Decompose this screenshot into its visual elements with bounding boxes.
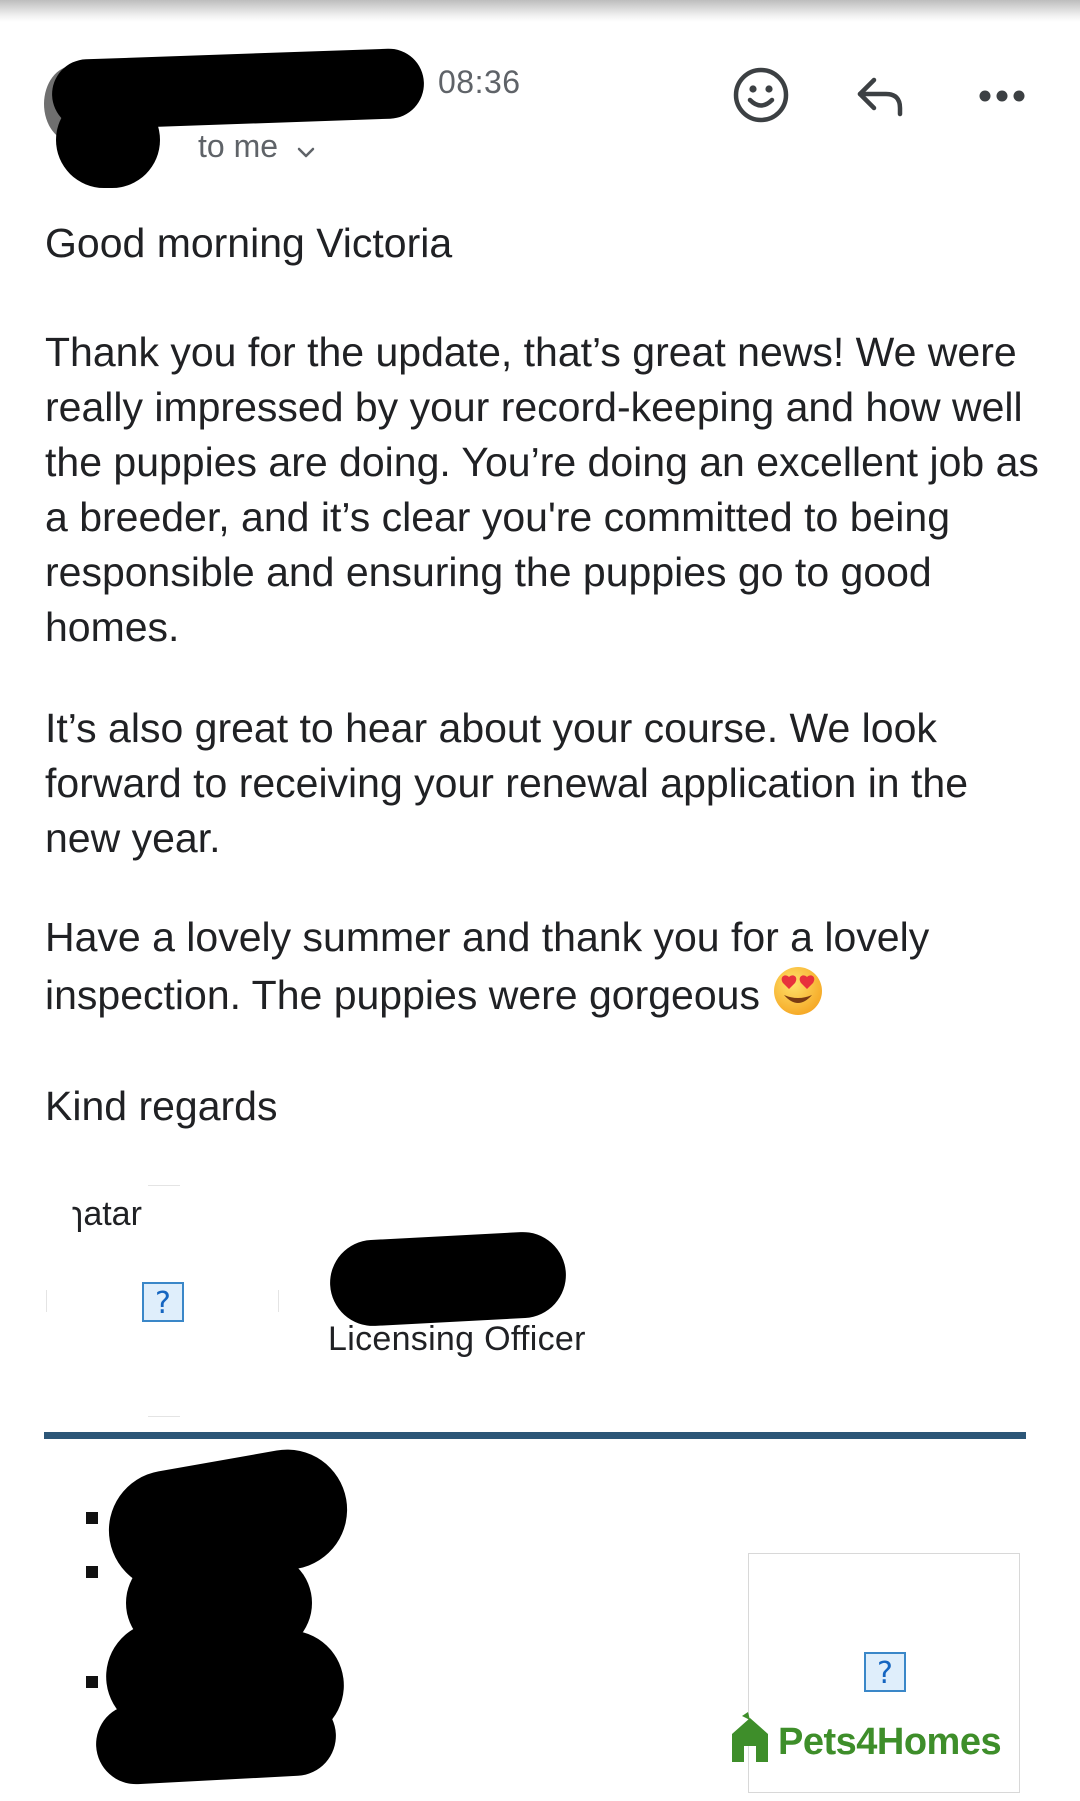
signature-role: Licensing Officer (328, 1320, 586, 1358)
broken-image-icon: ? (142, 1282, 184, 1322)
signature-divider (44, 1432, 1026, 1439)
message-paragraph: Thank you for the update, that’s great n… (45, 329, 1051, 650)
message-time: 08:36 (438, 64, 521, 100)
reply-arrow-icon (857, 77, 903, 117)
message-paragraph-with-emoji: Have a lovely summer and thank you for a… (45, 910, 1045, 1031)
house-pet-logo-icon (732, 1712, 768, 1762)
list-bullet (86, 1512, 98, 1524)
redacted-sender-blob (120, 68, 370, 116)
list-bullet (86, 1566, 98, 1578)
recipient-label: to me (198, 128, 279, 164)
image-placeholder-edge (46, 1290, 47, 1312)
redacted-signature-name (327, 1229, 569, 1329)
heart-eyes-emoji (772, 965, 824, 1031)
chevron-down-icon (297, 130, 315, 167)
avatar-alt-text: ɿatar (72, 1195, 142, 1233)
watermark-text: Pets4Homes (778, 1721, 1002, 1763)
image-placeholder-edge (278, 1290, 279, 1312)
greeting-text: Good morning Victoria (45, 220, 453, 266)
recipient-details-toggle[interactable]: to me (198, 128, 315, 167)
reply-button[interactable] (852, 68, 908, 124)
redacted-contact-details (94, 1693, 338, 1787)
emoji-reaction-button[interactable] (730, 64, 792, 126)
image-placeholder-edge (148, 1185, 180, 1186)
more-dots-icon (979, 90, 1025, 102)
image-placeholder-edge (148, 1416, 180, 1417)
closing-text: Kind regards (45, 1083, 278, 1129)
pets4homes-watermark: Pets4Homes (728, 1712, 1002, 1764)
smiley-face-icon (733, 67, 789, 123)
list-bullet (86, 1676, 98, 1688)
message-paragraph: It’s also great to hear about your cours… (45, 705, 980, 861)
top-edge-shadow (0, 0, 1080, 22)
more-options-button[interactable] (974, 76, 1030, 116)
broken-image-icon: ? (864, 1652, 906, 1692)
